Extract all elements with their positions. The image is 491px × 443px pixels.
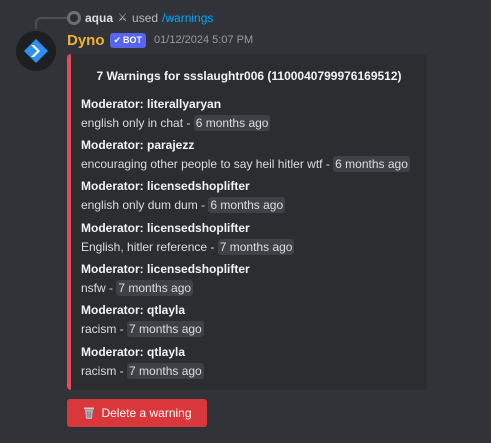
reply-reference[interactable]: aqua ⚔ used /warnings [67,10,213,26]
message-header: Dyno ✔ BOT 01/12/2024 5:07 PM [67,30,253,50]
relative-timestamp[interactable]: 6 months ago [193,115,271,131]
warning-field: Moderator: licensedshoplifter english on… [81,178,421,214]
reply-user-avatar[interactable] [67,11,81,25]
relative-timestamp[interactable]: 7 months ago [116,280,194,296]
field-separator: - [322,157,334,171]
field-separator: - [116,322,128,336]
relative-timestamp[interactable]: 6 months ago [333,156,410,172]
field-value: english only in chat - 6 months ago [81,114,421,132]
reply-command[interactable]: /warnings [162,11,213,25]
reply-username[interactable]: aqua [85,11,113,25]
warning-field: Moderator: licensedshoplifter English, h… [81,220,421,256]
delete-warning-button[interactable]: Delete a warning [67,399,207,427]
field-moderator: Moderator: licensedshoplifter [81,179,250,193]
field-value: nsfw - 7 months ago [81,279,421,297]
warning-field: Moderator: parajezz encouraging other pe… [81,137,421,173]
field-reason: english only in chat [81,116,184,130]
field-moderator: Moderator: qtlayla [81,303,186,317]
relative-timestamp[interactable]: 7 months ago [127,321,204,337]
field-moderator: Moderator: literallyaryan [81,97,222,111]
verified-check-icon: ✔ [113,34,122,45]
field-reason: racism [81,322,117,336]
warnings-embed: 7 Warnings for ssslaughtr006 (1100040799… [67,54,427,390]
delete-warning-label: Delete a warning [101,406,192,420]
field-value: english only dum dum - 6 months ago [81,196,421,214]
field-value: encouraging other people to say heil hit… [81,155,421,173]
field-reason: english only dum dum [81,198,198,212]
relative-timestamp[interactable]: 7 months ago [217,239,295,255]
field-value: English, hitler reference - 7 months ago [81,238,421,256]
field-separator: - [183,116,194,130]
field-reason: English, hitler reference [81,240,208,254]
bot-message: aqua ⚔ used /warnings Dyno ✔ BOT 01/12/2… [0,0,491,443]
bot-tag: ✔ BOT [109,32,147,48]
reply-used-text: used [132,11,159,25]
field-reason: encouraging other people to say heil hit… [81,157,323,171]
avatar[interactable] [16,31,56,71]
field-separator: - [116,364,128,378]
warning-field: Moderator: licensedshoplifter nsfw - 7 m… [81,261,421,297]
field-reason: racism [81,364,117,378]
field-separator: - [207,240,218,254]
embed-title: 7 Warnings for ssslaughtr006 (1100040799… [96,69,402,83]
warning-field: Moderator: literallyaryan english only i… [81,96,421,132]
dyno-logo-icon [16,31,56,71]
sword-icon: ⚔ [117,11,128,24]
field-separator: - [197,198,209,212]
wastebasket-icon [84,407,95,419]
field-value: racism - 7 months ago [81,320,421,338]
relative-timestamp[interactable]: 7 months ago [127,363,204,379]
field-moderator: Moderator: qtlayla [81,345,186,359]
warning-field: Moderator: qtlayla racism - 7 months ago [81,302,421,338]
warning-field: Moderator: qtlayla racism - 7 months ago [81,344,421,380]
field-value: racism - 7 months ago [81,362,421,380]
field-separator: - [105,281,117,295]
relative-timestamp[interactable]: 6 months ago [208,197,286,213]
field-moderator: Moderator: licensedshoplifter [81,221,250,235]
field-moderator: Moderator: parajezz [81,138,195,152]
field-moderator: Moderator: licensedshoplifter [81,262,250,276]
author-name[interactable]: Dyno [67,32,105,49]
reply-connector-line [35,17,67,29]
bot-tag-label: BOT [123,35,143,45]
message-timestamp[interactable]: 01/12/2024 5:07 PM [154,34,253,46]
field-reason: nsfw [81,281,106,295]
